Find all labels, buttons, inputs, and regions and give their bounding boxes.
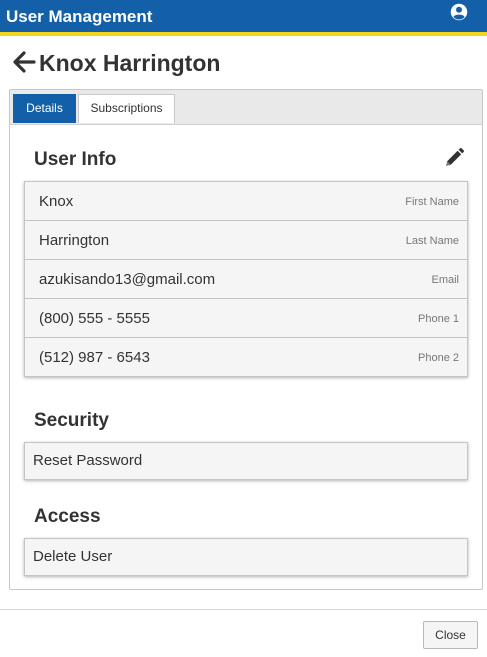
app-header: User Management [0, 0, 487, 36]
phone-1-value: (800) 555 - 5555 [39, 310, 150, 327]
delete-user-button[interactable]: Delete User [24, 538, 468, 576]
reset-password-button[interactable]: Reset Password [24, 442, 468, 480]
last-name-value: Harrington [39, 232, 110, 249]
tab-subscriptions[interactable]: Subscriptions [78, 94, 175, 123]
access-heading: Access [34, 506, 101, 527]
tab-details[interactable]: Details [13, 94, 76, 123]
phone-2-field: (512) 987 - 6543 Phone 2 [24, 337, 468, 377]
last-name-label: Last Name [405, 235, 459, 247]
account-circle-icon[interactable] [450, 3, 468, 21]
arrow-left-icon[interactable] [12, 51, 36, 73]
email-value: azukisando13@gmail.com [39, 271, 216, 288]
email-field: azukisando13@gmail.com Email [24, 259, 468, 299]
footer-divider [0, 609, 487, 610]
tab-bar: Details Subscriptions [10, 90, 482, 125]
pencil-icon[interactable] [444, 148, 464, 168]
user-details-panel: Details Subscriptions User Info Knox Fir… [9, 89, 483, 590]
first-name-field: Knox First Name [24, 181, 468, 221]
user-info-fields: Knox First Name Harrington Last Name azu… [24, 181, 468, 377]
phone-1-field: (800) 555 - 5555 Phone 1 [24, 298, 468, 338]
app-title: User Management [6, 7, 153, 26]
security-heading: Security [34, 410, 109, 431]
first-name-label: First Name [405, 196, 459, 208]
phone-1-label: Phone 1 [418, 313, 459, 325]
close-button[interactable]: Close [423, 621, 478, 649]
page-title: Knox Harrington [39, 50, 221, 76]
phone-2-value: (512) 987 - 6543 [39, 349, 150, 366]
phone-2-label: Phone 2 [418, 352, 459, 364]
user-info-heading: User Info [34, 149, 117, 170]
email-label: Email [431, 274, 459, 286]
first-name-value: Knox [39, 193, 74, 210]
last-name-field: Harrington Last Name [24, 220, 468, 260]
